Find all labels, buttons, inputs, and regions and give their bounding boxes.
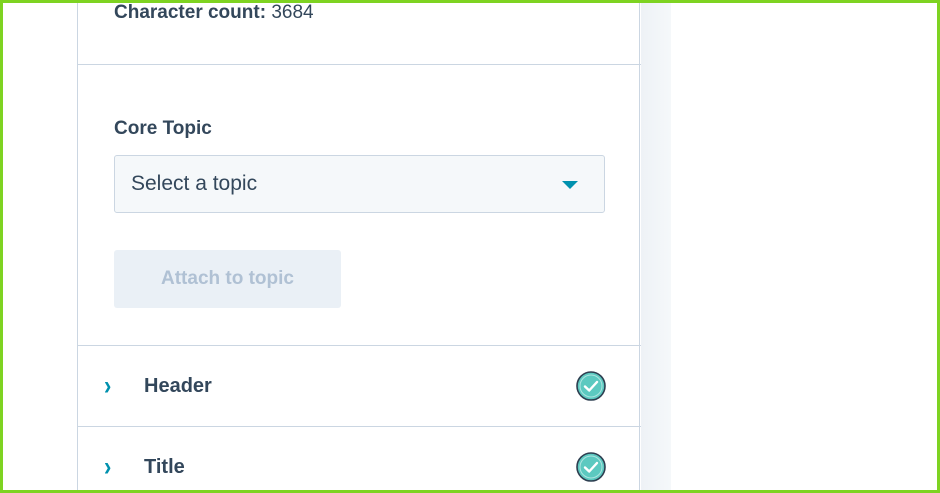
accordion-title-label: Title — [144, 456, 185, 478]
accordion-header[interactable]: › Header — [78, 346, 641, 426]
check-circle-icon — [576, 371, 606, 401]
attach-to-topic-button[interactable]: Attach to topic — [114, 250, 341, 308]
left-background — [0, 0, 77, 493]
character-count-value: 3684 — [271, 2, 314, 23]
check-circle-icon — [576, 452, 606, 482]
caret-down-icon — [562, 181, 578, 189]
accordion-header-label: Header — [144, 375, 212, 397]
chevron-right-icon: › — [104, 451, 112, 482]
core-topic-select[interactable]: Select a topic — [114, 155, 605, 213]
panel-gutter — [641, 0, 671, 493]
core-topic-label: Core Topic — [114, 118, 212, 139]
accordion-title[interactable]: › Title — [78, 427, 641, 493]
main-content-area — [671, 0, 940, 493]
section-divider — [78, 64, 641, 65]
core-topic-select-value: Select a topic — [131, 172, 258, 195]
chevron-right-icon: › — [104, 370, 112, 401]
sidebar-panel: Character count: 3684 Core Topic Select … — [77, 0, 641, 493]
character-count: Character count: 3684 — [114, 2, 314, 24]
character-count-label: Character count: — [114, 2, 267, 23]
